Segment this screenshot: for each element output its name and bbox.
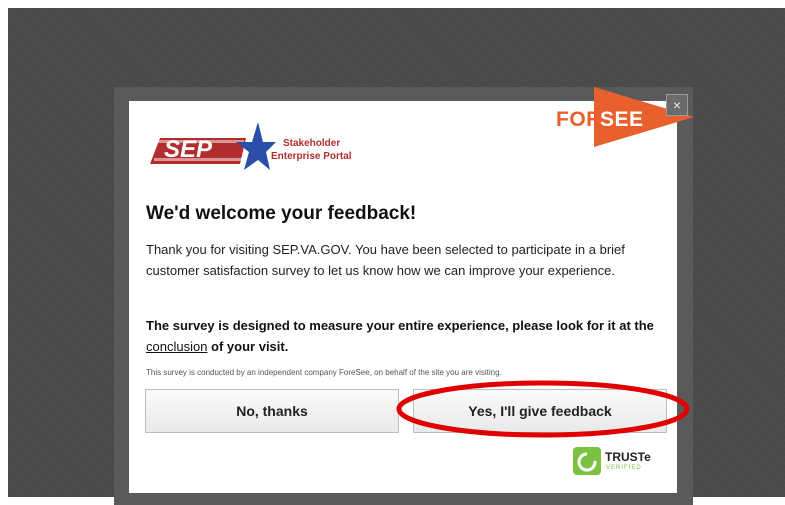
survey-explanation-before: The survey is designed to measure your e…	[146, 318, 654, 333]
truste-seal-icon	[573, 447, 601, 475]
disclaimer-text: This survey is conducted by an independe…	[146, 368, 502, 377]
survey-explanation: The survey is designed to measure your e…	[146, 315, 666, 357]
truste-sublabel: VERIFIED	[606, 465, 642, 471]
dialog-title: We'd welcome your feedback!	[146, 203, 417, 224]
survey-explanation-after: of your visit.	[207, 339, 289, 354]
sep-logo: SEP Stakeholder Enterprise Portal	[146, 120, 376, 180]
sep-logo-text: SEP	[164, 136, 213, 163]
truste-label: TRUSTe	[605, 450, 651, 464]
give-feedback-button[interactable]: Yes, I'll give feedback	[413, 389, 667, 433]
truste-badge: TRUSTe VERIFIED	[573, 447, 673, 479]
conclusion-link: conclusion	[146, 339, 208, 354]
no-thanks-button[interactable]: No, thanks	[145, 389, 399, 433]
sep-subtitle-line1: Stakeholder	[283, 138, 341, 149]
sep-subtitle-line2: Enterprise Portal	[271, 151, 352, 162]
close-button[interactable]: ×	[666, 94, 688, 116]
intro-text: Thank you for visiting SEP.VA.GOV. You h…	[146, 242, 625, 278]
foresee-logo-see: SEE	[600, 108, 644, 131]
